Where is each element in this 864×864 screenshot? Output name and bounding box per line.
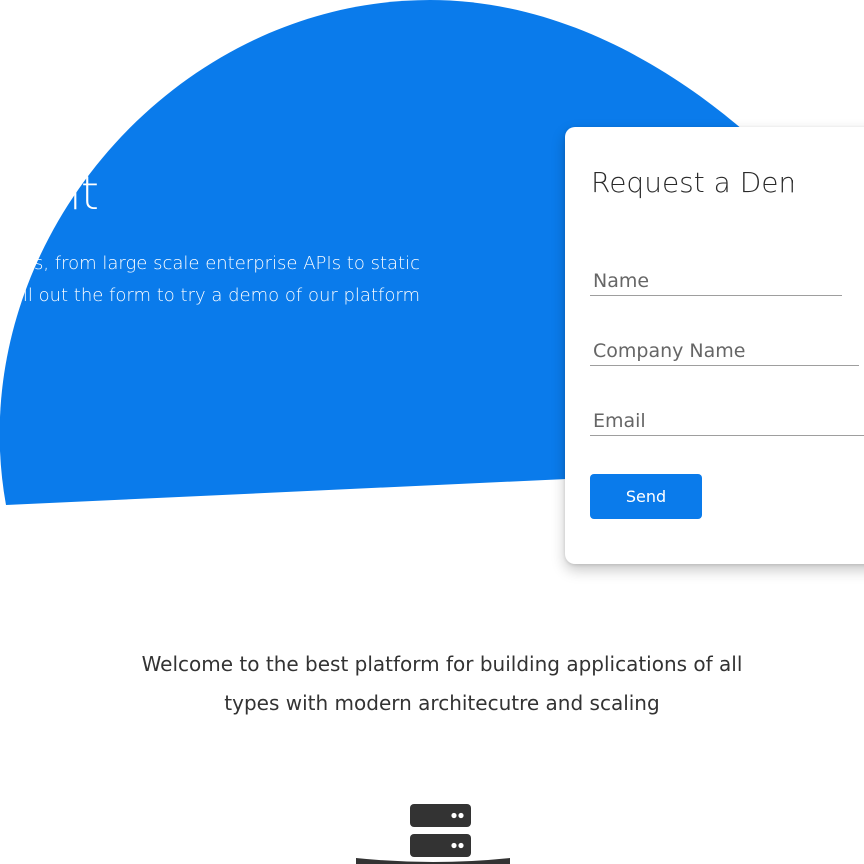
send-button[interactable]: Send	[590, 474, 702, 519]
server-icon	[356, 804, 510, 864]
company-name-field[interactable]	[590, 336, 859, 366]
name-field[interactable]	[590, 266, 842, 296]
welcome-text: Welcome to the best platform for buildin…	[112, 645, 772, 723]
request-demo-card: Request a Demo Send	[565, 127, 864, 564]
hero-description-line: All your needs, from large scale enterpr…	[0, 253, 420, 274]
hero-description-line: Fill out the form to try a demo of our p…	[8, 285, 420, 306]
page: Deployment All your needs, from large sc…	[0, 0, 864, 864]
hero-title: Deployment	[0, 166, 99, 220]
request-demo-title: Request a Demo	[591, 166, 793, 199]
welcome-line: types with modern architecutre and scali…	[224, 691, 660, 715]
hero-description: All your needs, from large scale enterpr…	[0, 248, 420, 312]
email-field[interactable]	[590, 406, 864, 436]
welcome-line: Welcome to the best platform for buildin…	[141, 652, 743, 676]
